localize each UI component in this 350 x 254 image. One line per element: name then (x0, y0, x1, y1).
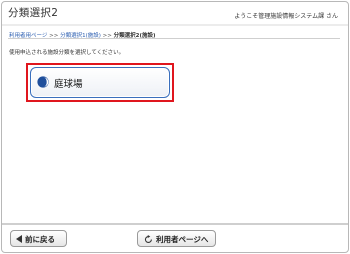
app-frame: 分類選択2 ようこそ管理施設情報システム課 さん 利用者用ページ >> 分類選択… (1, 1, 349, 253)
breadcrumb-divider (8, 38, 340, 39)
refresh-arrow-icon (144, 234, 152, 243)
page-header: 分類選択2 ようこそ管理施設情報システム課 さん (2, 2, 348, 26)
back-button[interactable]: 前に戻る (10, 230, 67, 247)
footer-divider (2, 223, 348, 225)
back-button-label: 前に戻る (25, 235, 55, 244)
tennis-ball-icon (37, 76, 49, 88)
left-triangle-icon (16, 235, 22, 243)
user-page-button-label: 利用者ページへ (156, 235, 209, 244)
category-button-tennis-court[interactable]: 庭球場 (30, 67, 170, 98)
welcome-message: ようこそ管理施設情報システム課 さん (234, 13, 338, 20)
user-page-button[interactable]: 利用者ページへ (137, 230, 216, 247)
category-label: 庭球場 (54, 79, 83, 90)
instruction-text: 使用申込される施設分類を選択してください。 (9, 50, 125, 56)
page-title: 分類選択2 (8, 7, 59, 19)
